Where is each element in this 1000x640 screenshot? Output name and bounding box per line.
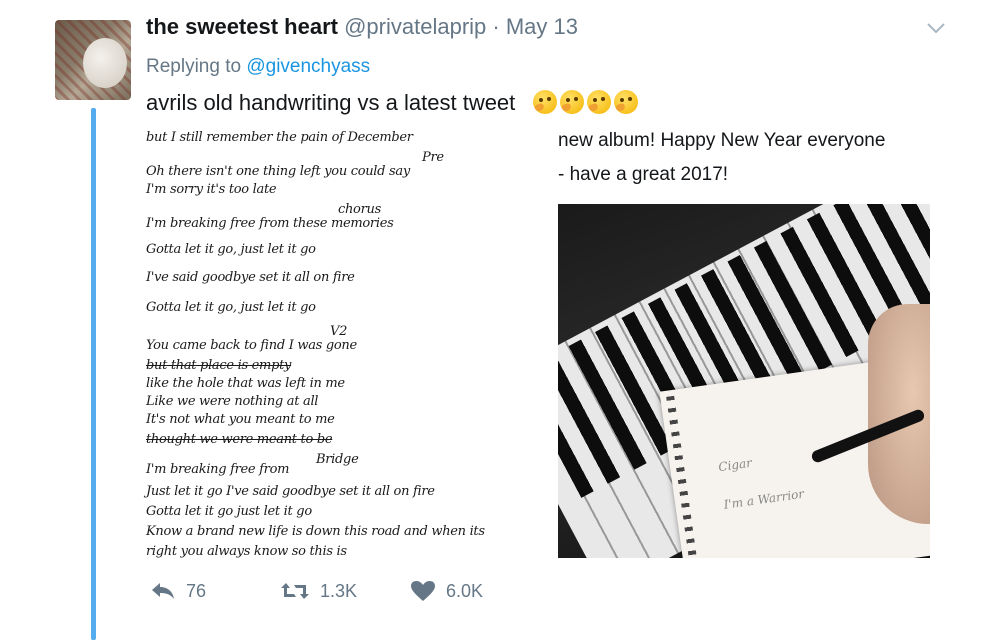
avatar-subject — [83, 38, 127, 88]
handwriting-line: Gotta let it go, just let it go — [146, 300, 316, 315]
reply-count: 76 — [186, 580, 207, 601]
like-count: 6.0K — [446, 580, 484, 601]
handwriting-line: Just let it go I've said goodbye set it … — [146, 484, 435, 499]
thinking-face-icon — [587, 90, 612, 114]
handwriting-line: Gotta let it go, just let it go — [146, 242, 316, 257]
screenshot-text-line: new album! Happy New Year everyone — [558, 130, 886, 151]
handwriting-line: I've said goodbye set it all on fire — [146, 270, 355, 285]
replying-to: Replying to @givenchyass — [146, 56, 370, 78]
handwriting-line: Know a brand new life is down this road … — [146, 524, 485, 539]
user-avatar[interactable] — [55, 20, 131, 100]
handwriting-line: like the hole that was left in me — [146, 376, 345, 391]
tweet-body: avrils old handwriting vs a latest tweet — [146, 90, 516, 115]
handwriting-line: Oh there isn't one thing left you could … — [146, 164, 410, 179]
handwriting-image[interactable]: but I still remember the pain of Decembe… — [140, 128, 540, 560]
tweet-header: the sweetest heart @privatelaprip · May … — [146, 14, 578, 40]
thread-line — [91, 108, 96, 640]
retweet-icon — [281, 583, 309, 599]
chevron-down-icon[interactable] — [925, 20, 947, 36]
notebook-text: Cigar — [717, 455, 753, 475]
handwriting-line: It's not what you meant to me — [146, 412, 335, 427]
thinking-face-icon — [560, 90, 585, 114]
handwriting-line: I'm breaking free from these memories — [146, 216, 394, 231]
thinking-face-icon — [614, 90, 639, 114]
reply-button[interactable]: 76 — [150, 581, 280, 602]
handwriting-annotation: Bridge — [316, 452, 359, 467]
handwriting-line: Like we were nothing at all — [146, 394, 319, 409]
display-name[interactable]: the sweetest heart — [146, 14, 338, 39]
tweet-screenshot-image[interactable]: new album! Happy New Year everyone - hav… — [550, 128, 950, 560]
like-button[interactable]: 6.0K — [410, 580, 540, 602]
handwriting-annotation: Pre — [422, 150, 444, 165]
retweet-button[interactable]: 1.3K — [280, 581, 410, 602]
separator-dot: · — [492, 14, 500, 39]
piano-photo: Cigar I'm a Warrior — [558, 204, 930, 558]
notebook-text: I'm a Warrior — [722, 486, 805, 512]
handwriting-annotation: chorus — [338, 202, 381, 217]
handwriting-line: thought we were meant to be — [146, 432, 333, 447]
replying-to-mention[interactable]: @givenchyass — [246, 56, 370, 77]
screenshot-text-line: - have a great 2017! — [558, 164, 729, 185]
reply-icon — [152, 583, 174, 599]
heart-icon — [411, 581, 435, 601]
emoji-group — [533, 90, 639, 114]
handwriting-line: I'm breaking free from — [146, 462, 290, 477]
thinking-face-icon — [533, 90, 558, 114]
handwriting-line: Gotta let it go just let it go — [146, 504, 312, 519]
handwriting-line: right you always know so this is — [146, 544, 347, 559]
retweet-count: 1.3K — [320, 580, 358, 601]
tweet-actions: 76 1.3K 6.0K — [150, 580, 540, 602]
tweet-text: avrils old handwriting vs a latest tweet — [146, 90, 639, 116]
tweet-date[interactable]: May 13 — [506, 14, 578, 39]
replying-to-prefix: Replying to — [146, 56, 247, 77]
handwriting-annotation: V2 — [330, 324, 348, 339]
user-handle[interactable]: @privatelaprip — [344, 14, 486, 39]
handwriting-line: I'm sorry it's too late — [146, 182, 277, 197]
handwriting-line: but that place is empty — [146, 358, 292, 373]
handwriting-line: You came back to find I was gone — [146, 338, 357, 353]
handwriting-line: but I still remember the pain of Decembe… — [146, 130, 413, 145]
